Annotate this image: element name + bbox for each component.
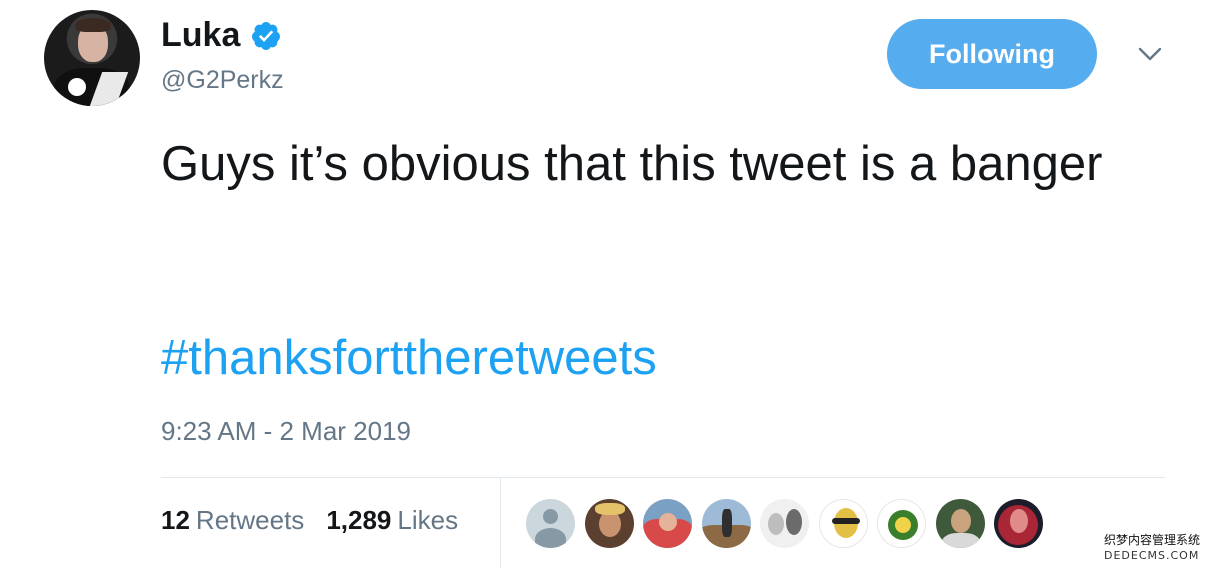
avatar-shirt [941, 533, 980, 548]
liker-avatar-default[interactable] [526, 499, 575, 548]
default-avatar-body-icon [535, 528, 566, 548]
liker-avatar[interactable] [701, 499, 751, 548]
avatar-logo-inner [895, 517, 911, 533]
retweets-label: Retweets [195, 505, 305, 535]
display-name[interactable]: Luka [161, 16, 240, 55]
liker-avatar[interactable] [935, 499, 985, 548]
chevron-down-icon[interactable] [1138, 46, 1162, 62]
tweet-text: Guys it’s obvious that this tweet is a b… [161, 137, 1103, 191]
avatar-figure [721, 509, 732, 537]
retweets-stat[interactable]: 12 Retweets [161, 505, 304, 536]
avatar-hair [75, 18, 111, 32]
avatar-glasses [831, 518, 860, 524]
tweet-timestamp[interactable]: 9:23 AM - 2 Mar 2019 [161, 416, 411, 447]
likes-count: 1,289 [326, 505, 392, 535]
avatar-jersey-logo [68, 78, 86, 96]
tweet-stats: 12 Retweets 1,289 Likes [161, 505, 458, 536]
avatar-face [659, 513, 677, 531]
liker-avatar[interactable] [994, 499, 1043, 548]
liker-avatar[interactable] [760, 499, 809, 548]
liker-avatar[interactable] [818, 499, 868, 548]
liker-avatar[interactable] [643, 499, 692, 548]
likes-stat[interactable]: 1,289 Likes [326, 505, 458, 536]
vertical-divider [500, 478, 501, 568]
hashtag-link[interactable]: #thanksforttheretweets [161, 328, 657, 388]
profile-avatar[interactable] [44, 10, 140, 106]
horizontal-divider [161, 477, 1165, 478]
watermark-line-1: 织梦内容管理系统 [1104, 533, 1201, 547]
liker-avatars [526, 499, 1053, 548]
avatar-face [768, 513, 784, 535]
liker-avatar[interactable] [584, 499, 634, 548]
avatar-face [950, 509, 971, 533]
likes-label: Likes [397, 505, 459, 535]
tweet-header: Luka @G2Perkz Following [44, 10, 1174, 110]
name-row: Luka [161, 16, 282, 55]
avatar-face [1010, 509, 1028, 533]
watermark: 织梦内容管理系统 DEDECMS.COM [1104, 533, 1212, 563]
verified-badge-icon [252, 21, 281, 50]
avatar-face [786, 509, 802, 535]
liker-avatar[interactable] [877, 499, 926, 548]
following-button[interactable]: Following [887, 19, 1097, 89]
avatar-hat [594, 503, 625, 515]
watermark-line-2: DEDECMS.COM [1104, 549, 1200, 562]
user-handle[interactable]: @G2Perkz [161, 66, 284, 95]
default-avatar-head-icon [543, 509, 558, 524]
retweets-count: 12 [161, 505, 190, 535]
